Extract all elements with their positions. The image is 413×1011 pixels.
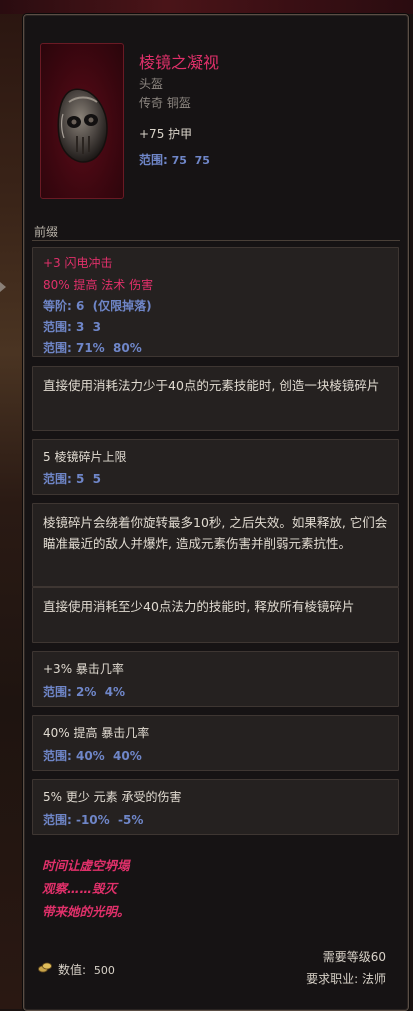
coin-icon — [38, 962, 52, 973]
affix-line: 80% 提高 法术 伤害 — [43, 278, 154, 292]
item-type: 头盔 — [139, 77, 164, 91]
affix-range: 范围: 3 3 — [43, 320, 102, 334]
item-icon-frame — [40, 43, 124, 199]
affix-box: 棱镜碎片会绕着你旋转最多10秒, 之后失效。如果释放, 它们会瞄准最近的敌人并爆… — [32, 503, 399, 587]
flavor-line: 带来她的光明。 — [42, 904, 130, 919]
range-label: 范围: — [139, 153, 168, 167]
affix-box: +3 闪电冲击 80% 提高 法术 伤害 等阶: 6 (仅限掉落) 范围: 3 … — [32, 247, 399, 357]
affix-box: +3% 暴击几率 范围: 2% 4% — [32, 651, 399, 707]
affix-line: +3% 暴击几率 — [43, 662, 124, 676]
affix-range: 范围: -10% -5% — [43, 813, 144, 827]
background-top-strip — [0, 0, 413, 14]
flavor-line: 时间让虚空坍塌 — [42, 858, 130, 873]
affix-range: 范围: 5 5 — [43, 472, 102, 486]
affix-description: 棱镜碎片会绕着你旋转最多10秒, 之后失效。如果释放, 它们会瞄准最近的敌人并爆… — [43, 515, 388, 551]
item-tooltip: 棱镜之凝视 头盔 传奇 铜盔 +75 护甲 范围: 75 75 前缀 +3 闪电… — [23, 14, 409, 1011]
affix-range: 范围: 40% 40% — [43, 749, 142, 763]
item-rarity: 传奇 铜盔 — [139, 96, 191, 110]
class-requirement: 要求职业: 法师 — [306, 972, 386, 986]
item-value: 数值: 500 — [58, 961, 115, 978]
affix-box: 5 棱镜碎片上限 范围: 5 5 — [32, 439, 399, 495]
flavor-line: 观察……毁灭 — [42, 881, 118, 896]
affix-box: 直接使用消耗至少40点法力的技能时, 释放所有棱镜碎片 — [32, 587, 399, 643]
item-armor-range: 范围: 75 75 — [139, 151, 210, 168]
affix-line: 5% 更少 元素 承受的伤害 — [43, 790, 182, 804]
affix-line: 40% 提高 暴击几率 — [43, 726, 150, 740]
affix-description: 直接使用消耗至少40点法力的技能时, 释放所有棱镜碎片 — [43, 599, 355, 614]
range-values: 75 75 — [171, 154, 210, 167]
affix-line: +3 闪电冲击 — [43, 256, 113, 270]
affix-range: 范围: 71% 80% — [43, 341, 142, 355]
value-label: 数值: — [58, 963, 87, 977]
prefix-label: 前缀 — [34, 225, 59, 239]
affix-tier: 等阶: 6 (仅限掉落) — [43, 299, 152, 313]
level-requirement: 需要等级60 — [322, 950, 386, 964]
affix-box: 直接使用消耗法力少于40点的元素技能时, 创造一块棱镜碎片 — [32, 366, 399, 431]
affix-box: 5% 更少 元素 承受的伤害 范围: -10% -5% — [32, 779, 399, 835]
affix-line: 5 棱镜碎片上限 — [43, 450, 127, 464]
section-divider — [32, 240, 400, 241]
affix-box: 40% 提高 暴击几率 范围: 40% 40% — [32, 715, 399, 771]
affix-range: 范围: 2% 4% — [43, 685, 126, 699]
arrow-icon — [0, 282, 6, 292]
helmet-icon — [57, 88, 108, 163]
item-name: 棱镜之凝视 — [139, 53, 220, 72]
value-amount: 500 — [93, 964, 115, 977]
affix-description: 直接使用消耗法力少于40点的元素技能时, 创造一块棱镜碎片 — [43, 378, 380, 393]
item-armor: +75 护甲 — [139, 127, 193, 141]
